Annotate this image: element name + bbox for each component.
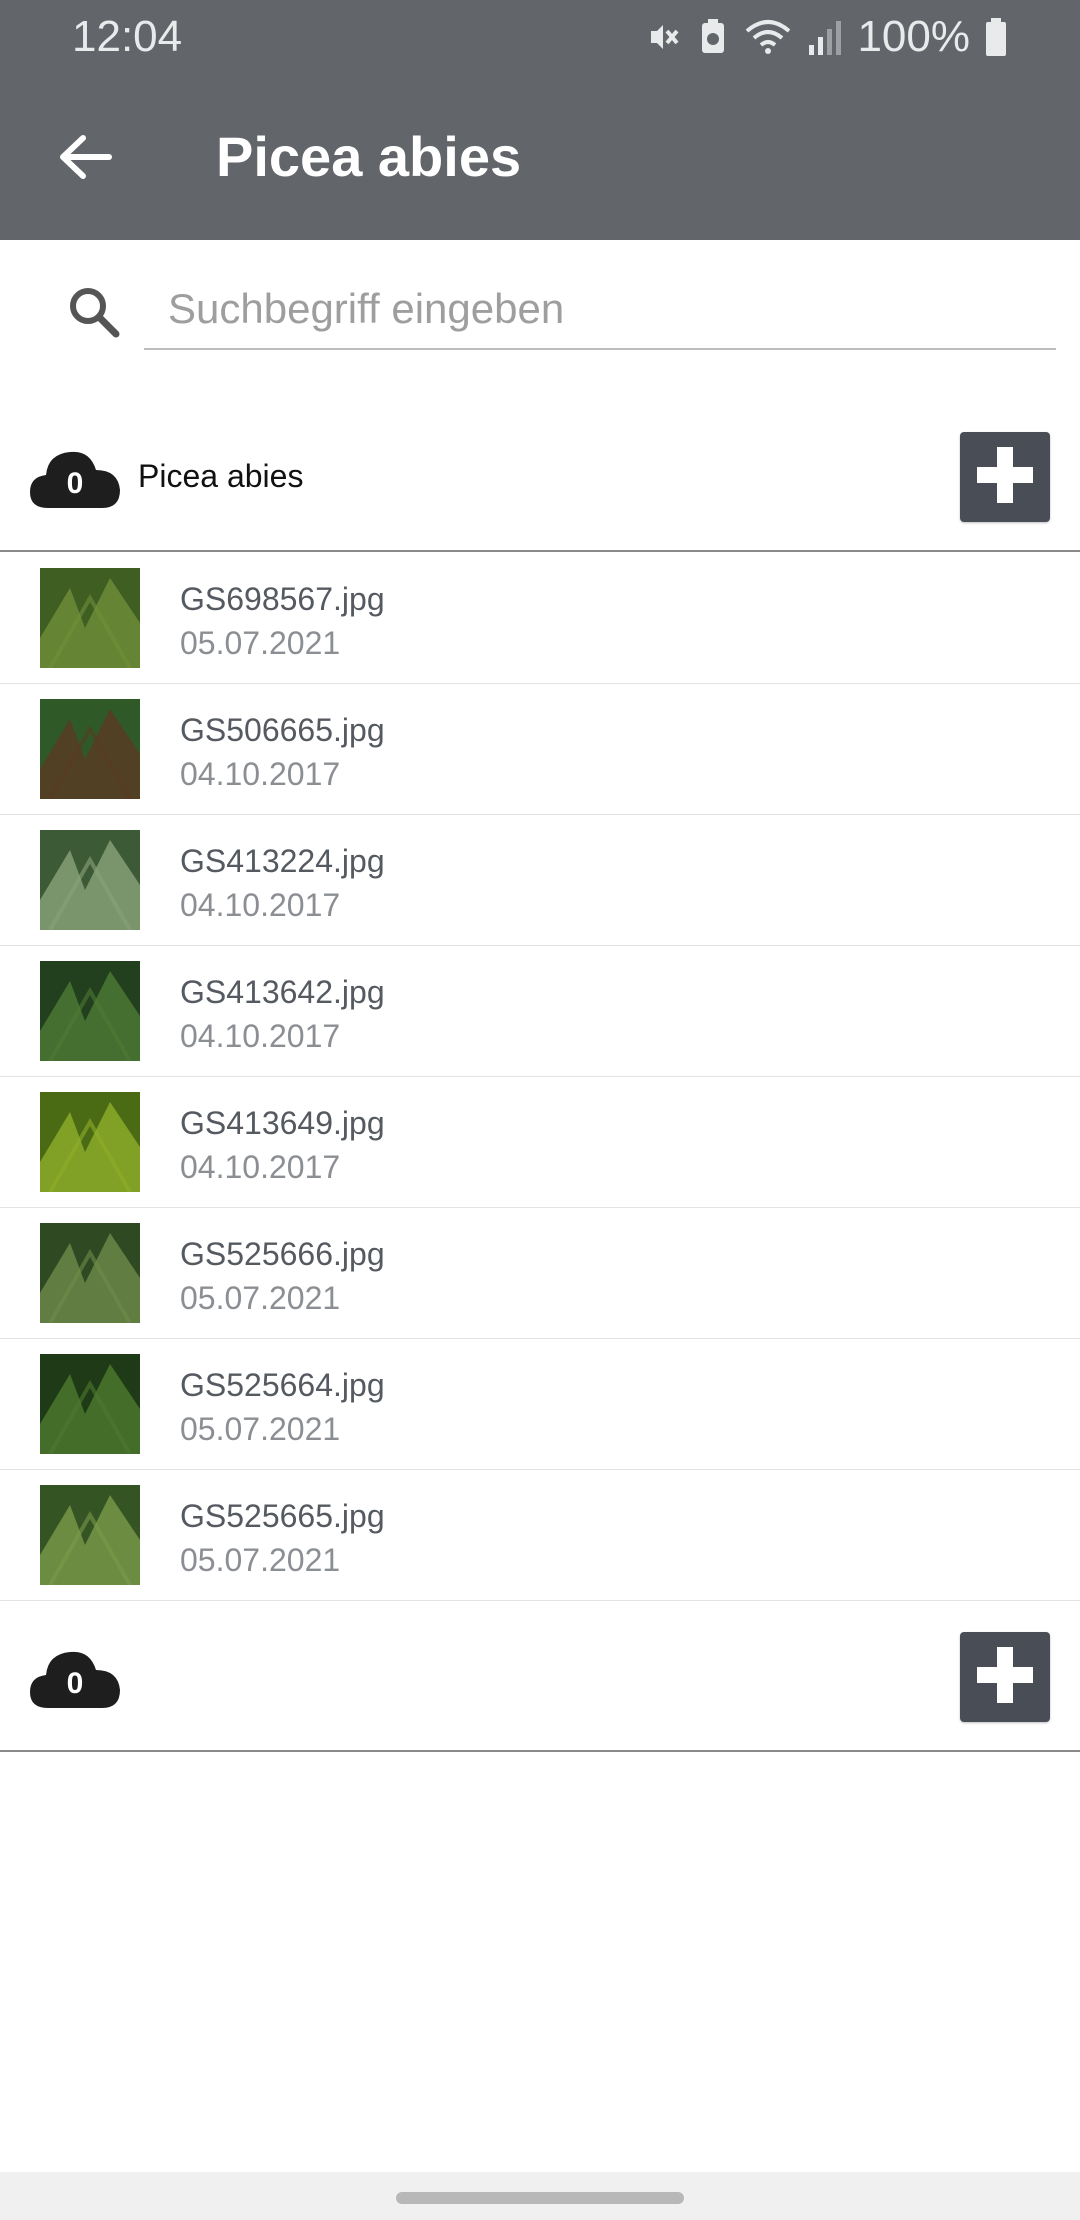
thumbnail-image — [40, 699, 140, 799]
page-title: Picea abies — [216, 125, 522, 188]
plus-icon — [973, 1643, 1037, 1712]
thumbnail-image — [40, 1092, 140, 1192]
file-name: GS506665.jpg — [180, 712, 385, 748]
file-list-item[interactable]: GS525664.jpg 05.07.2021 — [0, 1339, 1080, 1470]
group-label: Picea abies — [138, 458, 304, 494]
file-list-item[interactable]: GS506665.jpg 04.10.2017 — [0, 684, 1080, 815]
file-name: GS698567.jpg — [180, 581, 385, 617]
cloud-count-badge[interactable]: 0 — [28, 1642, 122, 1712]
file-name: GS525666.jpg — [180, 1236, 385, 1272]
status-icons: 100% — [643, 12, 1008, 62]
file-list-item[interactable]: GS525665.jpg 05.07.2021 — [0, 1470, 1080, 1601]
app-screen: 12:04 100% Picea abies Suchbegriff einge… — [0, 0, 1080, 2220]
thumbnail-image — [40, 961, 140, 1061]
thumbnail-image — [40, 568, 140, 668]
navigation-bar — [0, 2172, 1080, 2220]
home-handle[interactable] — [396, 2192, 684, 2204]
group-header-bottom: 0 — [0, 1602, 1080, 1752]
file-date: 04.10.2017 — [180, 1018, 341, 1054]
thumbnail-image — [40, 830, 140, 930]
file-list-item[interactable]: GS525666.jpg 05.07.2021 — [0, 1208, 1080, 1339]
search-bar — [0, 240, 1080, 382]
status-bar: 12:04 100% — [0, 0, 1080, 74]
battery-saver-icon — [697, 17, 729, 57]
file-name: GS413224.jpg — [180, 843, 385, 879]
thumbnail-image — [40, 1223, 140, 1323]
battery-icon — [984, 17, 1008, 57]
group-header-top: 0 Picea abies — [0, 402, 1080, 552]
cloud-count-badge[interactable]: 0 — [28, 442, 122, 512]
file-name: GS525665.jpg — [180, 1498, 385, 1534]
file-list: GS698567.jpg 05.07.2021 GS506665.jpg 04.10.… — [0, 553, 1080, 1601]
file-date: 05.07.2021 — [180, 625, 341, 661]
status-time: 12:04 — [72, 12, 183, 61]
file-name: GS413649.jpg — [180, 1105, 385, 1141]
thumbnail-image — [40, 1354, 140, 1454]
search-icon[interactable] — [64, 282, 124, 342]
file-date: 05.07.2021 — [180, 1542, 341, 1578]
battery-percent: 100% — [857, 12, 970, 61]
file-list-item[interactable]: GS413642.jpg 04.10.2017 — [0, 946, 1080, 1077]
file-date: 04.10.2017 — [180, 887, 341, 923]
back-button[interactable] — [40, 114, 130, 204]
cloud-count: 0 — [66, 467, 84, 500]
file-date: 05.07.2021 — [180, 1280, 341, 1316]
app-bar: Picea abies — [0, 74, 1080, 240]
cloud-count: 0 — [66, 1667, 84, 1700]
search-input[interactable] — [144, 270, 1056, 350]
wifi-icon — [743, 17, 793, 57]
thumbnail-image — [40, 1485, 140, 1585]
file-name: GS525664.jpg — [180, 1367, 385, 1403]
file-date: 05.07.2021 — [180, 1411, 341, 1447]
mute-icon — [643, 17, 683, 57]
file-list-item[interactable]: GS413649.jpg 04.10.2017 — [0, 1077, 1080, 1208]
file-list-item[interactable]: GS413224.jpg 04.10.2017 — [0, 815, 1080, 946]
file-date: 04.10.2017 — [180, 756, 341, 792]
add-button[interactable] — [960, 432, 1050, 522]
arrow-left-icon — [57, 132, 113, 187]
file-list-item[interactable]: GS698567.jpg 05.07.2021 — [0, 553, 1080, 684]
file-name: GS413642.jpg — [180, 974, 385, 1010]
file-date: 04.10.2017 — [180, 1149, 341, 1185]
signal-icon — [807, 17, 843, 57]
plus-icon — [973, 443, 1037, 512]
add-button[interactable] — [960, 1632, 1050, 1722]
